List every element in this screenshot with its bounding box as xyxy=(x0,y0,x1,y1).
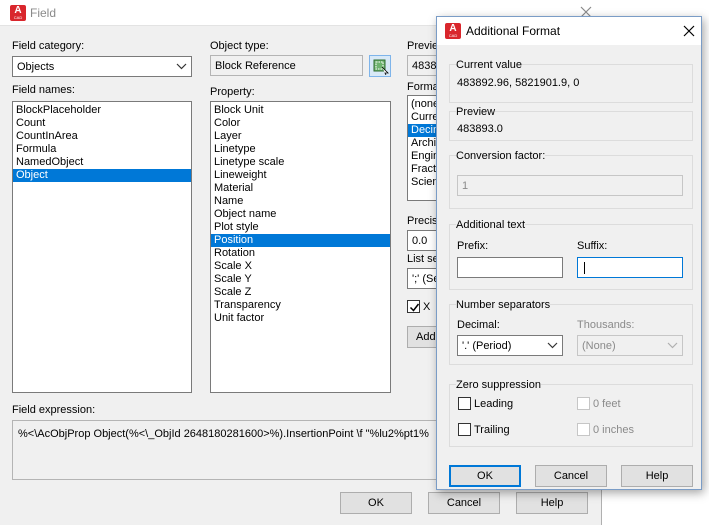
help-button[interactable]: Help xyxy=(516,492,588,514)
property-item-unit-factor[interactable]: Unit factor xyxy=(211,312,390,325)
decimal-separator-dropdown[interactable]: '.' (Period) xyxy=(457,335,563,356)
field-name-item-count[interactable]: Count xyxy=(13,117,191,130)
conversion-factor-label: Conversion factor: xyxy=(456,150,546,162)
property-item-name[interactable]: Name xyxy=(211,195,390,208)
property-item-block-unit[interactable]: Block Unit xyxy=(211,104,390,117)
checkmark-icon xyxy=(409,303,420,312)
property-item-linetype[interactable]: Linetype xyxy=(211,143,390,156)
property-item-position[interactable]: Position xyxy=(211,234,390,247)
trailing-checkbox[interactable] xyxy=(458,423,471,436)
chevron-down-icon xyxy=(667,342,678,349)
af-preview-value: 483893.0 xyxy=(457,123,503,135)
property-item-scale-z[interactable]: Scale Z xyxy=(211,286,390,299)
select-object-button[interactable] xyxy=(369,55,391,77)
close-icon[interactable] xyxy=(683,25,695,37)
suffix-label: Suffix: xyxy=(577,240,608,252)
property-list[interactable]: Block Unit Color Layer Linetype Linetype… xyxy=(210,101,391,393)
property-item-color[interactable]: Color xyxy=(211,117,390,130)
autocad-app-icon: A CAD xyxy=(445,23,461,39)
decimal-separator-value: '.' (Period) xyxy=(462,340,512,352)
trailing-label: Trailing xyxy=(474,424,510,436)
precision-value: 0.0 xyxy=(412,235,428,247)
object-type-label: Object type: xyxy=(210,40,269,52)
field-category-dropdown[interactable]: Objects xyxy=(12,56,192,77)
field-category-value: Objects xyxy=(17,61,55,73)
property-item-scale-y[interactable]: Scale Y xyxy=(211,273,390,286)
prefix-input[interactable] xyxy=(457,257,563,278)
zero-suppression-group xyxy=(449,384,693,447)
property-item-plot-style[interactable]: Plot style xyxy=(211,221,390,234)
select-object-icon xyxy=(373,59,389,75)
zero-suppression-label: Zero suppression xyxy=(456,379,541,391)
property-item-linetype-scale[interactable]: Linetype scale xyxy=(211,156,390,169)
suffix-input[interactable] xyxy=(577,257,683,278)
af-cancel-button[interactable]: Cancel xyxy=(535,465,607,487)
zero-feet-checkbox xyxy=(577,397,590,410)
additional-format-title: Additional Format xyxy=(466,24,561,38)
object-type-field: Block Reference xyxy=(210,55,363,76)
preview-label: Previe xyxy=(407,40,439,52)
zero-inches-checkbox xyxy=(577,423,590,436)
field-expression-label: Field expression: xyxy=(12,404,96,416)
af-preview-label: Preview xyxy=(456,106,496,118)
object-type-value: Block Reference xyxy=(215,60,296,72)
number-separators-label: Number separators xyxy=(456,299,551,311)
property-item-transparency[interactable]: Transparency xyxy=(211,299,390,312)
field-names-label: Field names: xyxy=(12,84,75,96)
precision-label: Precis xyxy=(407,215,438,227)
field-name-item-blockplaceholder[interactable]: BlockPlaceholder xyxy=(13,104,191,117)
property-item-object-name[interactable]: Object name xyxy=(211,208,390,221)
chevron-down-icon xyxy=(176,63,187,70)
thousands-label: Thousands: xyxy=(577,319,635,331)
leading-checkbox[interactable] xyxy=(458,397,471,410)
zero-feet-label: 0 feet xyxy=(593,398,621,410)
additional-text-label: Additional text xyxy=(456,219,526,231)
decimal-label: Decimal: xyxy=(457,319,500,331)
property-item-scale-x[interactable]: Scale X xyxy=(211,260,390,273)
field-dialog-title: Field xyxy=(30,6,57,20)
text-caret xyxy=(584,262,585,274)
current-value-label: Current value xyxy=(456,59,523,71)
format-label: Forma xyxy=(407,81,439,93)
field-expression-value: %<\AcObjProp Object(%<\_ObjId 2648180281… xyxy=(18,428,429,440)
autocad-app-icon: A CAD xyxy=(10,5,26,21)
property-item-lineweight[interactable]: Lineweight xyxy=(211,169,390,182)
ok-button[interactable]: OK xyxy=(340,492,412,514)
field-names-list[interactable]: BlockPlaceholder Count CountInArea Formu… xyxy=(12,101,192,393)
preview-value: 4838 xyxy=(412,60,437,72)
af-help-button[interactable]: Help xyxy=(621,465,693,487)
prefix-label: Prefix: xyxy=(457,240,489,252)
field-name-item-namedobject[interactable]: NamedObject xyxy=(13,156,191,169)
zero-inches-label: 0 inches xyxy=(593,424,634,436)
cancel-button[interactable]: Cancel xyxy=(428,492,500,514)
conversion-factor-value: 1 xyxy=(462,180,469,192)
property-item-rotation[interactable]: Rotation xyxy=(211,247,390,260)
list-separator-label: List se xyxy=(407,253,439,265)
leading-label: Leading xyxy=(474,398,514,410)
thousands-separator-dropdown: (None) xyxy=(577,335,683,356)
field-category-label: Field category: xyxy=(12,40,85,52)
additional-format-titlebar: A CAD Additional Format xyxy=(437,17,701,45)
property-item-material[interactable]: Material xyxy=(211,182,390,195)
property-label: Property: xyxy=(210,86,255,98)
conversion-factor-field: 1 xyxy=(457,175,683,196)
property-item-layer[interactable]: Layer xyxy=(211,130,390,143)
chevron-down-icon xyxy=(547,342,558,349)
current-value-text: 483892.96, 5821901.9, 0 xyxy=(457,77,580,89)
thousands-separator-value: (None) xyxy=(582,340,616,352)
field-name-item-formula[interactable]: Formula xyxy=(13,143,191,156)
field-name-item-countinarea[interactable]: CountInArea xyxy=(13,130,191,143)
af-ok-button[interactable]: OK xyxy=(449,465,521,487)
x-checkbox-label: X xyxy=(423,301,431,313)
field-name-item-object[interactable]: Object xyxy=(13,169,191,182)
additional-format-dialog: A CAD Additional Format Current value 483… xyxy=(436,16,702,490)
x-checkbox[interactable] xyxy=(407,300,420,313)
